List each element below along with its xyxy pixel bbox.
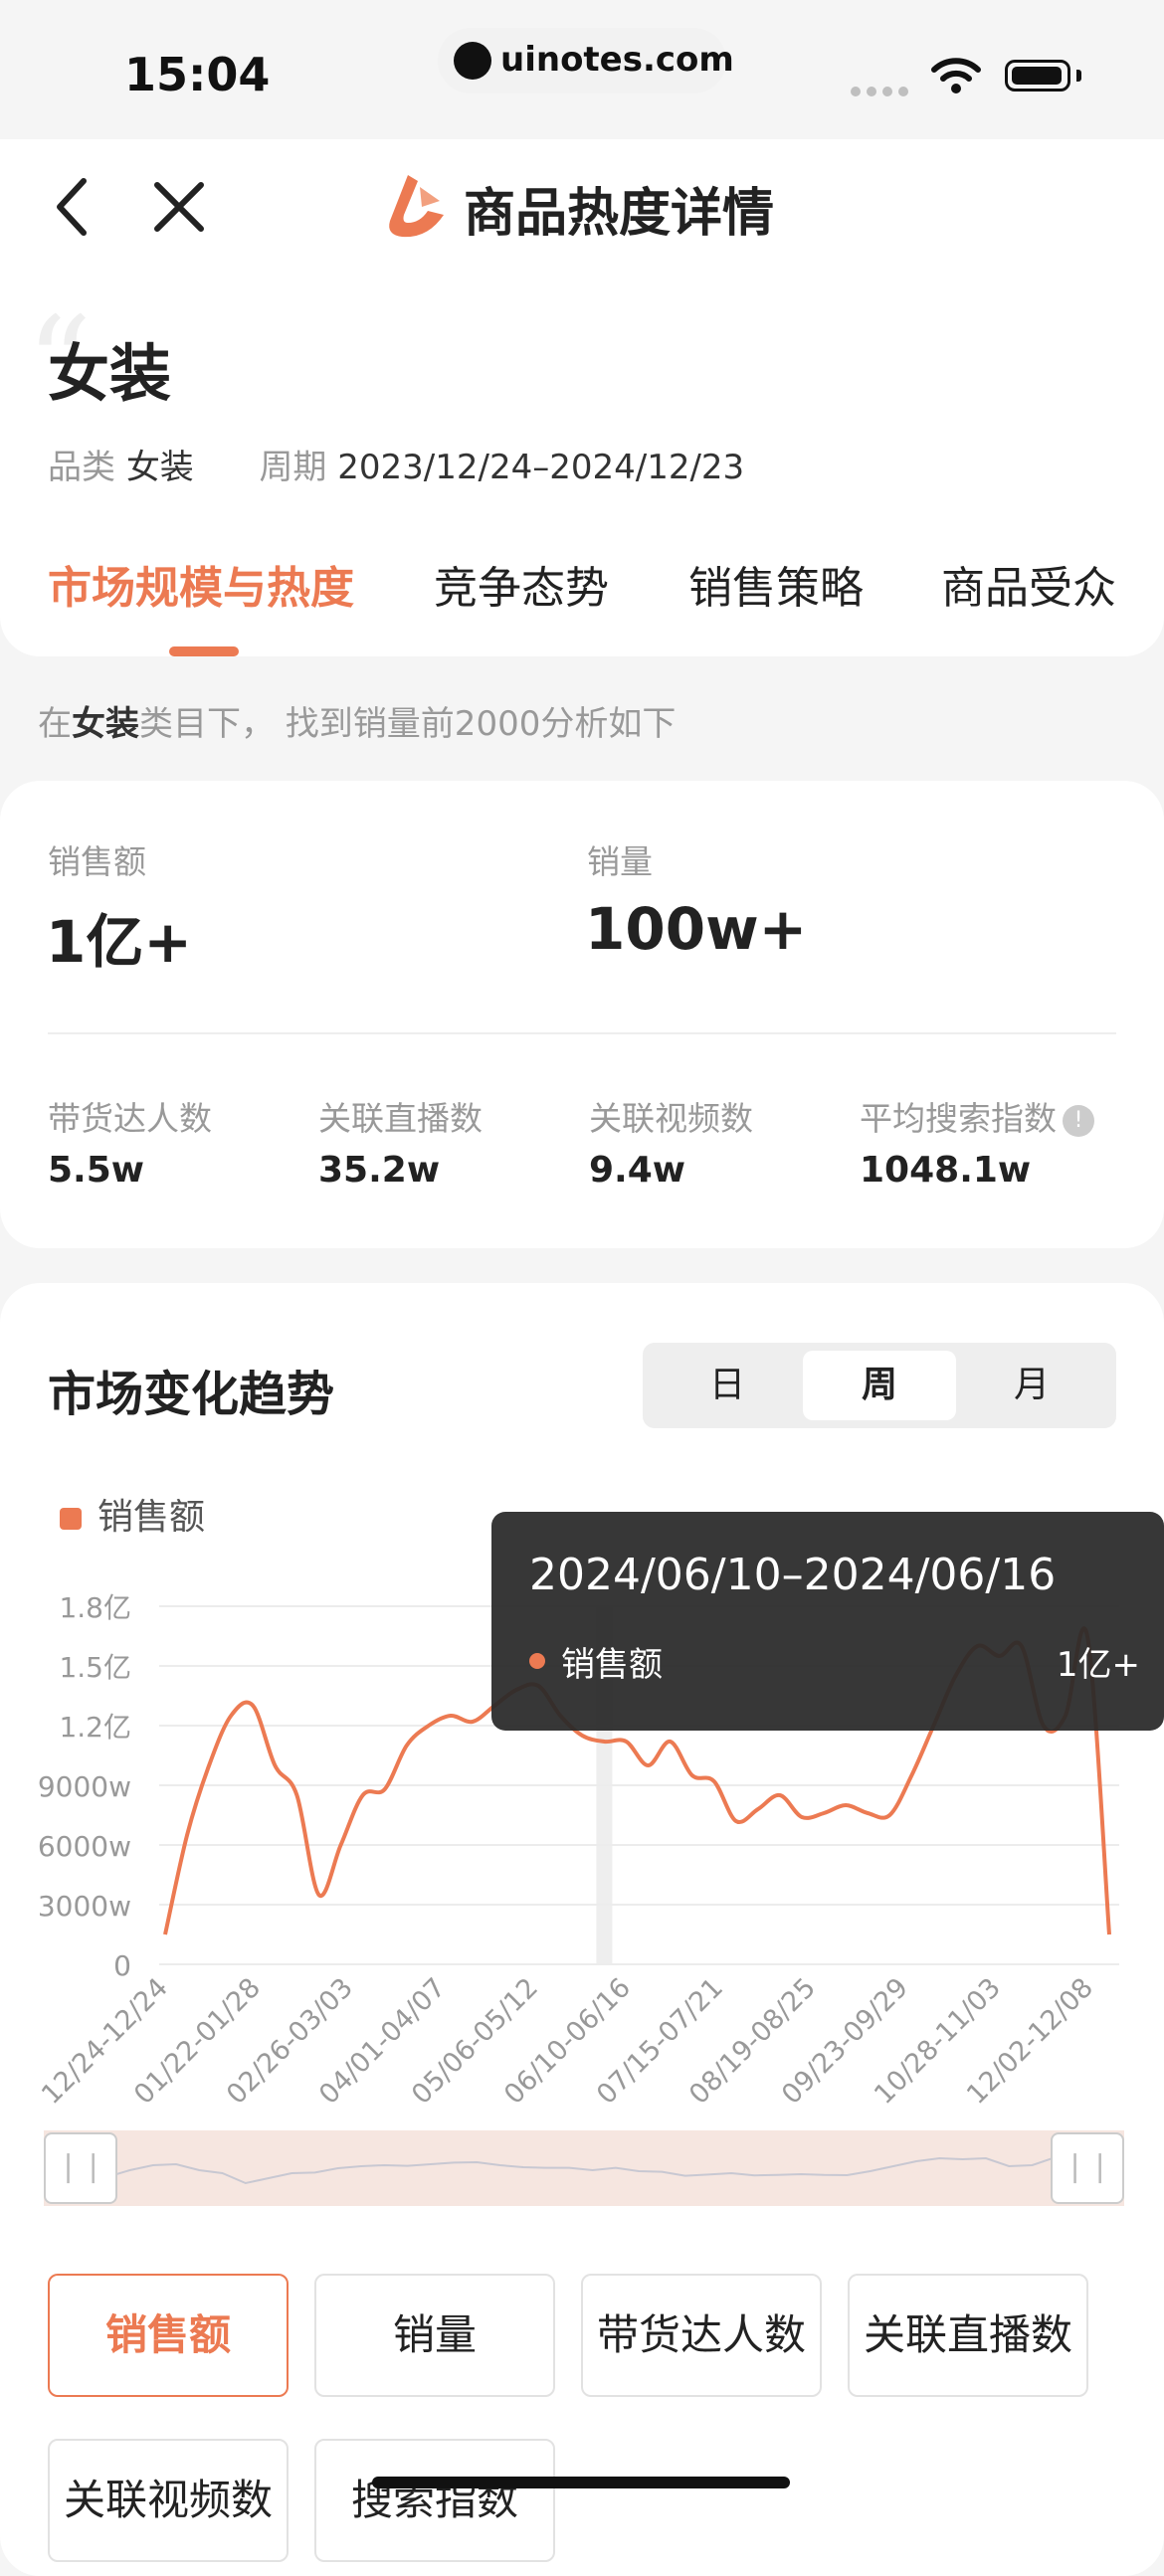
search-index-label: 平均搜索指数! (860, 1092, 1094, 1140)
live-count-label: 关联直播数 (318, 1099, 483, 1138)
info-icon[interactable]: ! (1063, 1104, 1094, 1137)
range-slider-track[interactable] (44, 2130, 1124, 2206)
stats-divider (48, 1032, 1116, 1034)
sales-volume-value: 100w+ (585, 895, 808, 963)
metric-live-count-button[interactable]: 关联直播数 (848, 2274, 1088, 2397)
period-value: 2023/12/24–2024/12/23 (337, 448, 745, 487)
chart-tooltip: 2024/06/10–2024/06/16 销售额 1亿+ (491, 1512, 1164, 1731)
range-slider-right-handle[interactable]: ❘❘ (1051, 2132, 1124, 2204)
page-title: 商品热度详情 (464, 184, 775, 244)
y-tick-label: 3000w (38, 1890, 131, 1923)
y-tick-label: 1.8亿 (59, 1591, 131, 1624)
metric-sales-volume-button[interactable]: 销量 (314, 2274, 555, 2397)
analysis-notice: 在女装类目下， 找到销量前2000分析如下 (38, 704, 677, 744)
battery-icon (1005, 60, 1070, 92)
y-tick-label: 6000w (38, 1830, 131, 1863)
sales-amount-value: 1亿+ (46, 908, 192, 976)
category-title: 女装 (48, 337, 172, 410)
creator-count-label: 带货达人数 (48, 1099, 212, 1138)
tab-sales-strategy[interactable]: 销售策略 (688, 552, 864, 616)
close-icon[interactable] (149, 177, 209, 241)
period-label: 周期 (259, 448, 327, 487)
tooltip-series-label: 销售额 (561, 1645, 663, 1685)
tab-competition[interactable]: 竞争态势 (434, 552, 609, 616)
meta-line: 品类 女装 周期 2023/12/24–2024/12/23 (48, 440, 744, 488)
tooltip-title: 2024/06/10–2024/06/16 (529, 1550, 1057, 1600)
y-tick-label: 9000w (38, 1770, 131, 1803)
video-count-value: 9.4w (589, 1150, 686, 1191)
slider-mini-line (83, 2155, 1079, 2188)
site-logo-icon (454, 42, 491, 80)
tooltip-series-dot (529, 1653, 545, 1669)
range-slider-left-handle[interactable]: ❘❘ (44, 2132, 117, 2204)
legend-label: 销售额 (97, 1497, 206, 1538)
back-icon[interactable] (48, 177, 97, 241)
status-time: 15:04 (124, 48, 271, 101)
category-label: 品类 (48, 448, 115, 487)
video-count-label: 关联视频数 (589, 1099, 753, 1138)
battery-tip (1076, 70, 1081, 82)
wifi-icon (930, 56, 982, 99)
legend-swatch (60, 1508, 82, 1530)
metric-sales-amount-button[interactable]: 销售额 (48, 2274, 289, 2397)
y-tick-label: 1.5亿 (59, 1651, 131, 1684)
tab-active-indicator (169, 646, 239, 656)
segment-month[interactable]: 月 (955, 1351, 1108, 1420)
brand-logo-icon (378, 171, 450, 247)
sales-amount-label: 销售额 (48, 842, 146, 881)
metric-video-count-button[interactable]: 关联视频数 (48, 2439, 289, 2562)
search-index-value: 1048.1w (860, 1150, 1032, 1191)
creator-count-value: 5.5w (48, 1150, 145, 1191)
category-value: 女装 (125, 448, 194, 487)
metric-search-index-button[interactable]: 搜索指数 (314, 2439, 555, 2562)
segment-day[interactable]: 日 (651, 1351, 804, 1420)
tab-audience[interactable]: 商品受众 (941, 552, 1116, 616)
url-text: uinotes.com (500, 40, 734, 80)
tooltip-value: 1亿+ (1056, 1645, 1140, 1685)
period-segmented-control: 日 周 月 (643, 1343, 1116, 1428)
home-indicator (372, 2477, 790, 2488)
metric-creator-count-button[interactable]: 带货达人数 (581, 2274, 822, 2397)
sales-volume-label: 销量 (587, 842, 653, 881)
tab-market-scale[interactable]: 市场规模与热度 (48, 552, 354, 616)
segment-week[interactable]: 周 (803, 1351, 956, 1420)
live-count-value: 35.2w (318, 1150, 441, 1191)
chart-legend[interactable]: 销售额 (60, 1488, 205, 1540)
y-tick-label: 0 (113, 1949, 131, 1982)
cellular-signal-icon (851, 82, 914, 100)
y-tick-label: 1.2亿 (59, 1711, 131, 1744)
trend-title: 市场变化趋势 (48, 1367, 335, 1422)
